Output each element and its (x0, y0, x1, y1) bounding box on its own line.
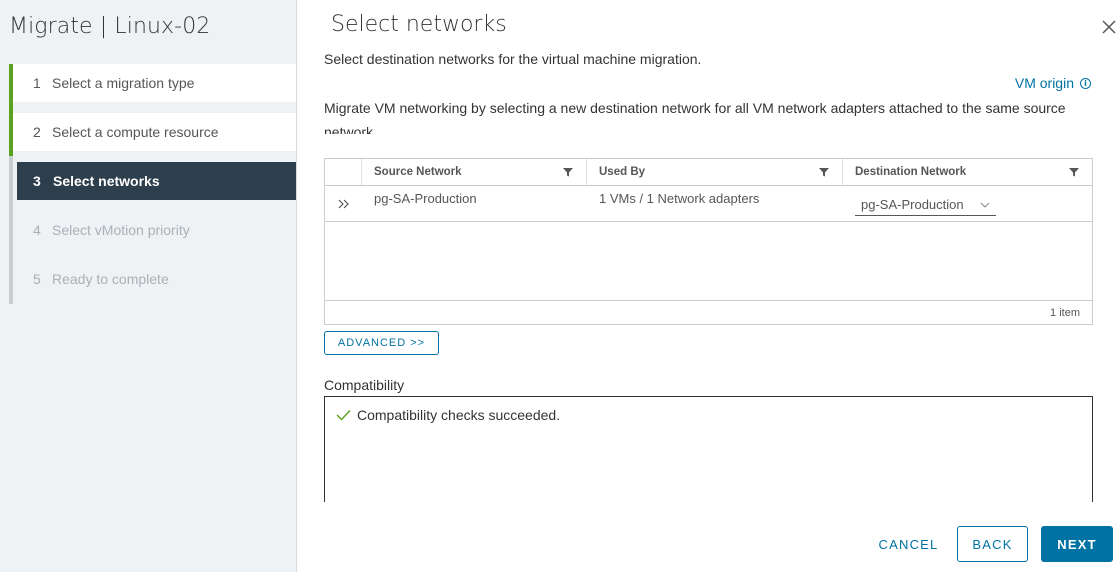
destination-network-select[interactable]: pg-SA-Production (855, 194, 996, 216)
step-label: Select a migration type (52, 75, 195, 91)
compatibility-text: Compatibility checks succeeded. (357, 407, 561, 423)
info-icon: i (1080, 77, 1091, 89)
column-label: Destination Network (855, 166, 967, 178)
wizard-title: Migrate | Linux-02 (9, 14, 211, 39)
step-ready-to-complete: 5 Ready to complete (9, 254, 296, 304)
step-select-migration-type[interactable]: 1 Select a migration type (9, 64, 296, 108)
advanced-button[interactable]: ADVANCED >> (324, 331, 439, 355)
column-header-destination-network[interactable]: Destination Network (843, 159, 1092, 185)
chevron-down-icon (980, 202, 990, 208)
vm-origin-link[interactable]: VM origin i (1015, 75, 1091, 91)
cancel-button[interactable]: CANCEL (868, 526, 949, 562)
close-icon (1102, 20, 1116, 34)
vm-origin-label: VM origin (1014, 75, 1074, 91)
column-header-used-by[interactable]: Used By (587, 159, 843, 185)
column-label: Used By (599, 166, 646, 178)
table-row[interactable]: pg-SA-Production 1 VMs / 1 Network adapt… (325, 186, 1092, 222)
expand-column-header (325, 159, 362, 185)
row-expander[interactable] (325, 186, 362, 221)
filter-icon[interactable] (818, 166, 830, 178)
step-label: Select a compute resource (52, 124, 219, 140)
cell-used-by: 1 VMs / 1 Network adapters (599, 191, 760, 206)
cell-source-network: pg-SA-Production (374, 191, 477, 206)
step-number: 1 (33, 75, 41, 91)
step-label: Select vMotion priority (52, 222, 190, 238)
checkmark-icon (336, 410, 351, 421)
double-chevron-right-icon (338, 199, 349, 208)
back-button[interactable]: BACK (957, 526, 1028, 562)
filter-icon[interactable] (1068, 166, 1080, 178)
close-button[interactable] (1099, 17, 1118, 37)
network-grid: Source Network Used By Destination Netwo… (324, 158, 1093, 325)
wizard-content: Select networks Select destination netwo… (297, 0, 1118, 572)
step-label: Select networks (53, 173, 160, 189)
filter-icon[interactable] (562, 166, 574, 178)
step-number: 2 (33, 124, 41, 140)
destination-network-value: pg-SA-Production (861, 197, 964, 212)
step-select-vmotion-priority: 4 Select vMotion priority (9, 205, 296, 255)
grid-footer-count: 1 item (325, 300, 1092, 324)
page-subtitle: Select destination networks for the virt… (324, 51, 702, 67)
page-title: Select networks (331, 12, 507, 37)
wizard-sidebar: Migrate | Linux-02 1 Select a migration … (0, 0, 297, 572)
grid-header: Source Network Used By Destination Netwo… (325, 159, 1092, 186)
compatibility-message: Compatibility checks succeeded. (336, 407, 560, 423)
step-label: Ready to complete (52, 271, 169, 287)
column-header-source-network[interactable]: Source Network (362, 159, 587, 185)
cell-destination-network: pg-SA-Production (843, 186, 1092, 221)
page-description: Migrate VM networking by selecting a new… (324, 100, 1066, 134)
step-number: 3 (33, 173, 41, 189)
column-label: Source Network (374, 166, 462, 178)
step-select-compute-resource[interactable]: 2 Select a compute resource (9, 107, 296, 157)
step-number: 5 (33, 271, 41, 287)
step-number: 4 (33, 222, 41, 238)
next-button[interactable]: NEXT (1041, 526, 1113, 562)
compatibility-panel: Compatibility checks succeeded. (324, 396, 1093, 502)
wizard-steps: 1 Select a migration type 2 Select a com… (9, 64, 296, 309)
step-select-networks[interactable]: 3 Select networks (9, 156, 296, 206)
compatibility-label: Compatibility (324, 377, 405, 393)
